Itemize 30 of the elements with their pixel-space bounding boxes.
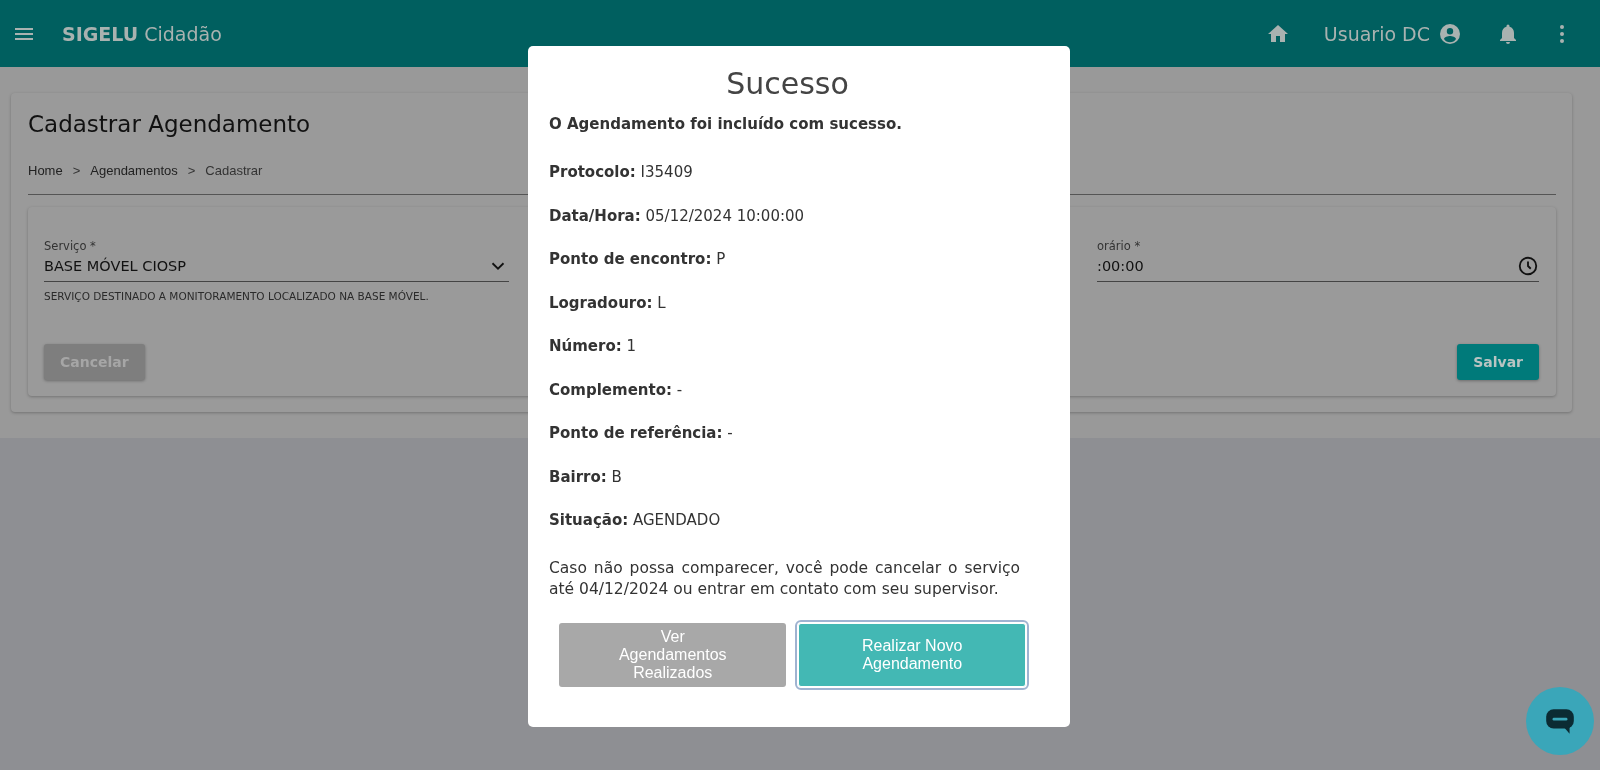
save-button[interactable]: Salvar	[1457, 344, 1539, 380]
detail-line: Protocolo: I35409	[549, 163, 694, 183]
detail-line: Ponto de referência: -	[549, 424, 734, 444]
app-title: SIGELU Cidadão	[62, 22, 222, 45]
detail-line: Número: 1	[549, 337, 638, 357]
time-field[interactable]: :00:00	[1097, 253, 1539, 282]
select-field[interactable]: BASE MÓVEL CIOSP	[44, 253, 509, 282]
account-icon[interactable]	[1438, 21, 1462, 46]
field-label: Serviço *	[44, 239, 97, 253]
detail-line: Situação: AGENDADO	[549, 511, 722, 531]
detail-line: Logradouro: L	[549, 293, 667, 314]
detail-line: Complemento: -	[549, 380, 684, 401]
detail-line: Data/Hora: 05/12/2024 10:00:00	[549, 206, 806, 227]
breadcrumb-separator: >	[187, 163, 196, 178]
user-name[interactable]: Usuario DC	[1323, 22, 1430, 45]
breadcrumb-separator: >	[72, 163, 81, 178]
breadcrumb-link[interactable]: Cadastrar	[205, 163, 263, 178]
dialog-title: Sucesso	[725, 66, 850, 101]
detail-line: Ponto de encontro: P	[549, 250, 727, 270]
field-label: orário *	[1097, 239, 1142, 253]
detail-line: Bairro: B	[549, 467, 623, 488]
dialog-message: O Agendamento foi incluído com sucesso.	[549, 115, 903, 133]
breadcrumb-link[interactable]: Home	[28, 163, 63, 178]
page-title: Cadastrar Agendamento	[28, 111, 311, 137]
view-appointments-button[interactable]: Ver Agendamentos Realizados	[559, 622, 787, 687]
field-hint: SERVIÇO DESTINADO A MONITORAMENTO LOCALIZADO NA BASE MÓVEL.	[44, 290, 430, 302]
clock-icon	[1517, 255, 1539, 277]
dialog-note: Caso não possa comparecer, você pode cancelar o serviço até 04/12/2024 ou entrar em contato com seu supervisor.	[549, 557, 1021, 601]
breadcrumb-link[interactable]: Agendamentos	[90, 163, 178, 178]
new-appointment-button[interactable]: Realizar Novo Agendamento	[798, 622, 1026, 687]
